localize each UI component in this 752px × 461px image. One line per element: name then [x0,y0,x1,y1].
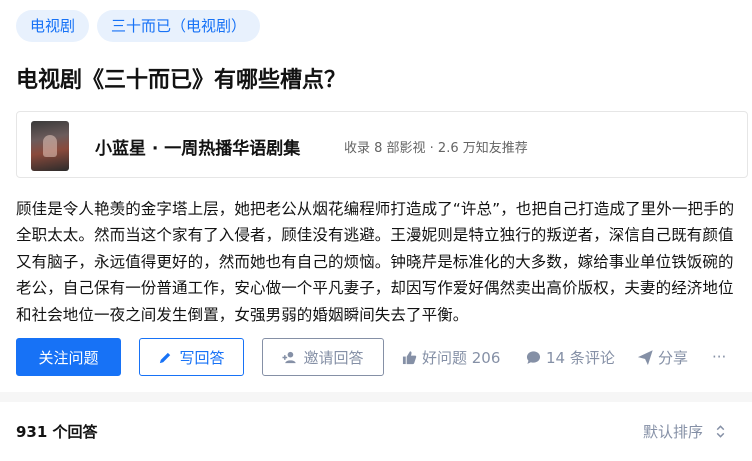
topic-tags: 电视剧 三十而已（电视剧） [16,10,261,42]
question-description: 顾佳是令人艳羡的金字塔上层，她把老公从烟花编程师打造成了“许总”，也把自己打造成… [16,200,735,324]
share-label: 分享 [658,348,689,367]
good-question-label: 好问题 206 [422,348,501,367]
collection-thumbnail [31,121,69,171]
topic-tag-thirty-yet[interactable]: 三十而已（电视剧） [97,10,261,42]
more-icon: ··· [712,348,727,366]
good-question-button[interactable]: 好问题 206 [402,338,500,376]
topic-tag-tv-drama[interactable]: 电视剧 [16,10,90,42]
follow-question-label: 关注问题 [38,348,99,367]
collection-meta: 收录 8 部影视 · 2.6 万知友推荐 [344,141,528,156]
add-person-icon [282,350,297,365]
thumbs-up-icon [402,350,417,365]
write-answer-button[interactable]: 写回答 [139,338,244,376]
comment-bubble-icon [526,350,541,365]
comments-label: 14 条评论 [546,348,615,367]
sort-dropdown[interactable]: 默认排序 [643,421,728,442]
more-button[interactable]: ··· [712,338,726,376]
follow-question-button[interactable]: 关注问题 [16,338,121,376]
invite-answer-button[interactable]: 邀请回答 [262,338,384,376]
comments-button[interactable]: 14 条评论 [526,338,615,376]
collection-name: 小蓝星 · 一周热播华语剧集 [95,139,301,159]
collection-card[interactable]: 小蓝星 · 一周热播华语剧集 收录 8 部影视 · 2.6 万知友推荐 [16,111,748,178]
write-answer-label: 写回答 [179,348,225,367]
question-title: 电视剧《三十而已》有哪些槽点？ [16,68,347,93]
sort-label: 默认排序 [642,423,703,441]
answers-count: 931 个回答 [16,423,98,441]
paper-plane-icon [638,349,653,365]
share-button[interactable]: 分享 [638,338,688,376]
section-divider [0,392,752,402]
sort-chevrons-icon [713,424,728,439]
pencil-icon [158,350,173,365]
invite-answer-label: 邀请回答 [303,348,364,367]
